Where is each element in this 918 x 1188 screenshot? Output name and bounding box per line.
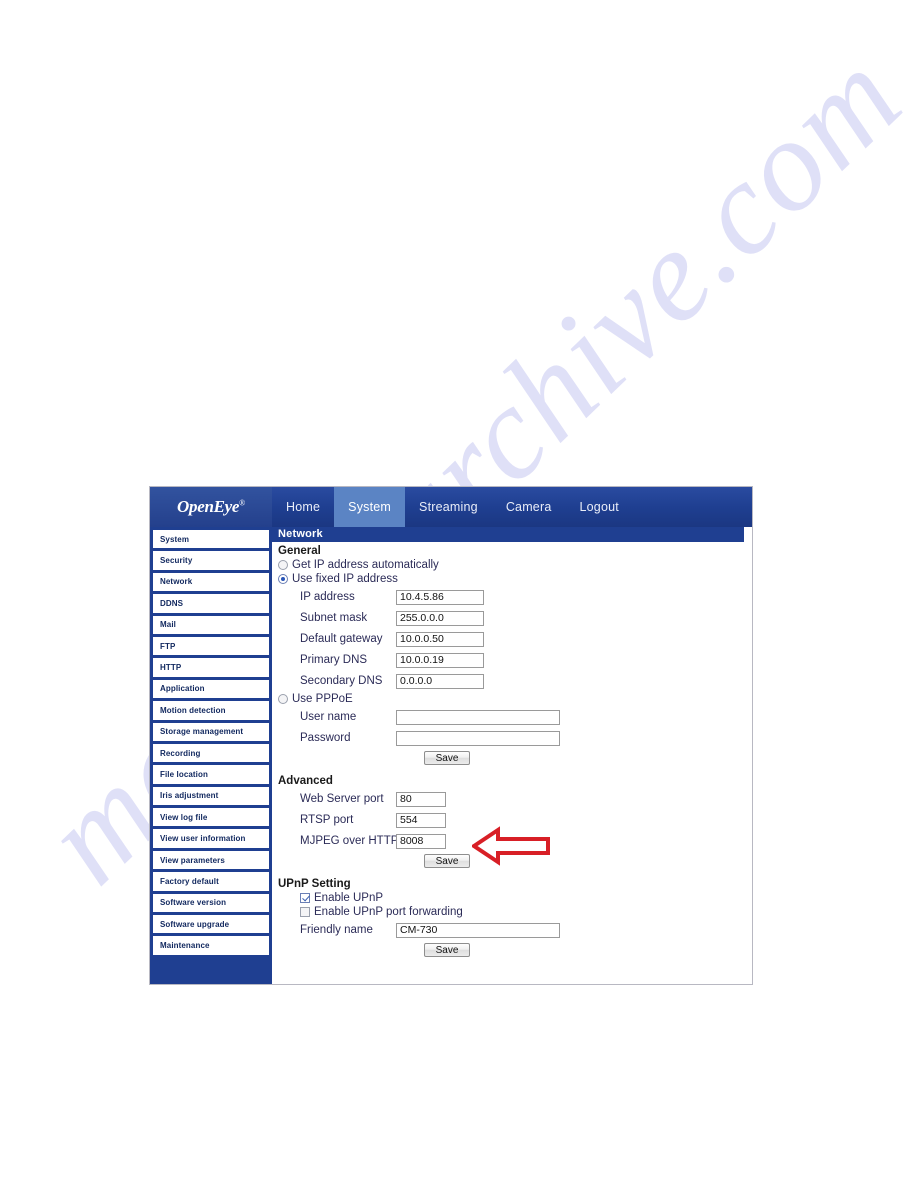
field-row-rtsp-port: RTSP port 554: [272, 810, 752, 830]
label-ip-address: IP address: [300, 591, 355, 603]
radio-icon-fixed: [278, 574, 288, 584]
sidebar-item-factory-default[interactable]: Factory default: [153, 872, 269, 891]
label-password: Password: [300, 732, 351, 744]
general-save-row: Save: [272, 751, 752, 765]
save-button-general[interactable]: Save: [424, 751, 470, 765]
label-user-name: User name: [300, 711, 357, 723]
radio-use-pppoe[interactable]: Use PPPoE: [278, 693, 752, 705]
brand-logo[interactable]: OpenEye®: [150, 487, 272, 527]
checkbox-enable-upnp-port-forwarding[interactable]: Enable UPnP port forwarding: [300, 906, 752, 918]
label-rtsp-port: RTSP port: [300, 814, 354, 826]
field-row-ip-address: IP address 10.4.5.86: [272, 587, 752, 607]
radio-label-pppoe: Use PPPoE: [292, 693, 353, 705]
upnp-heading: UPnP Setting: [278, 878, 351, 890]
label-default-gateway: Default gateway: [300, 633, 383, 645]
input-primary-dns[interactable]: 10.0.0.19: [396, 652, 484, 668]
registered-mark-icon: ®: [239, 498, 245, 508]
field-row-secondary-dns: Secondary DNS 0.0.0.0: [272, 671, 752, 691]
label-mjpeg-over-http-port: MJPEG over HTTP port: [300, 835, 422, 847]
checkbox-enable-upnp[interactable]: Enable UPnP: [300, 892, 752, 904]
sidebar-item-motion-detection[interactable]: Motion detection: [153, 701, 269, 720]
sidebar-item-mail[interactable]: Mail: [153, 615, 269, 634]
sidebar-item-view-log-file[interactable]: View log file: [153, 808, 269, 827]
input-rtsp-port[interactable]: 554: [396, 812, 446, 828]
checkbox-icon-enable-upnp: [300, 893, 310, 903]
sidebar-item-iris-adjustment[interactable]: Iris adjustment: [153, 786, 269, 806]
content-panel: Network General Get IP address automatic…: [272, 527, 752, 984]
field-row-subnet-mask: Subnet mask 255.0.0.0: [272, 608, 752, 628]
save-button-upnp[interactable]: Save: [424, 943, 470, 957]
sidebar-item-maintenance[interactable]: Maintenance: [153, 936, 269, 955]
input-password[interactable]: [396, 730, 560, 746]
top-navigation-bar: OpenEye® Home System Streaming Camera Lo…: [150, 487, 752, 527]
radio-icon-auto: [278, 560, 288, 570]
input-friendly-name[interactable]: CM-730: [396, 922, 560, 938]
sidebar-item-ddns[interactable]: DDNS: [153, 594, 269, 613]
field-row-default-gateway: Default gateway 10.0.0.50: [272, 629, 752, 649]
radio-label-auto: Get IP address automatically: [292, 559, 439, 571]
label-web-server-port: Web Server port: [300, 793, 384, 805]
page-title: Network: [272, 527, 744, 542]
field-row-user-name: User name: [272, 707, 752, 727]
sidebar-item-file-location[interactable]: File location: [153, 765, 269, 784]
page-body: System Security Network DDNS Mail FTP HT…: [150, 527, 752, 984]
sidebar-item-storage-management[interactable]: Storage management: [153, 722, 269, 741]
label-primary-dns: Primary DNS: [300, 654, 368, 666]
sidebar-item-network[interactable]: Network: [153, 572, 269, 592]
upnp-save-row: Save: [272, 943, 752, 957]
nav-items: Home System Streaming Camera Logout: [272, 487, 752, 527]
input-ip-address[interactable]: 10.4.5.86: [396, 589, 484, 605]
advanced-heading: Advanced: [278, 775, 333, 787]
sidebar-item-view-user-information[interactable]: View user information: [153, 829, 269, 848]
input-mjpeg-over-http-port[interactable]: 8008: [396, 833, 446, 849]
field-row-web-server-port: Web Server port 80: [272, 789, 752, 809]
sidebar-item-software-upgrade[interactable]: Software upgrade: [153, 915, 269, 934]
advanced-save-row: Save: [272, 854, 752, 868]
sidebar-item-system[interactable]: System: [153, 530, 269, 549]
label-friendly-name: Friendly name: [300, 924, 373, 936]
nav-item-streaming[interactable]: Streaming: [405, 487, 492, 527]
logo-text: OpenEye: [177, 497, 240, 516]
sidebar-item-view-parameters[interactable]: View parameters: [153, 850, 269, 870]
nav-item-system[interactable]: System: [334, 487, 406, 527]
sidebar-item-application[interactable]: Application: [153, 679, 269, 699]
nav-item-home[interactable]: Home: [272, 487, 334, 527]
sidebar-item-http[interactable]: HTTP: [153, 658, 269, 677]
field-row-primary-dns: Primary DNS 10.0.0.19: [272, 650, 752, 670]
checkbox-label-enable-forwarding: Enable UPnP port forwarding: [314, 906, 463, 918]
save-button-advanced[interactable]: Save: [424, 854, 470, 868]
sidebar-menu: System Security Network DDNS Mail FTP HT…: [150, 527, 272, 984]
input-subnet-mask[interactable]: 255.0.0.0: [396, 610, 484, 626]
label-subnet-mask: Subnet mask: [300, 612, 368, 624]
nav-item-camera[interactable]: Camera: [492, 487, 566, 527]
input-default-gateway[interactable]: 10.0.0.50: [396, 631, 484, 647]
label-secondary-dns: Secondary DNS: [300, 675, 383, 687]
sidebar-item-recording[interactable]: Recording: [153, 743, 269, 763]
radio-use-fixed-ip[interactable]: Use fixed IP address: [278, 573, 752, 585]
sidebar-item-software-version[interactable]: Software version: [153, 893, 269, 913]
general-heading: General: [278, 545, 321, 557]
checkbox-label-enable-upnp: Enable UPnP: [314, 892, 384, 904]
checkbox-icon-enable-forwarding: [300, 907, 310, 917]
sidebar-item-ftp[interactable]: FTP: [153, 636, 269, 656]
input-secondary-dns[interactable]: 0.0.0.0: [396, 673, 484, 689]
browser-screenshot: OpenEye® Home System Streaming Camera Lo…: [149, 486, 753, 985]
field-row-password: Password: [272, 728, 752, 748]
field-row-friendly-name: Friendly name CM-730: [272, 920, 752, 940]
radio-icon-pppoe: [278, 694, 288, 704]
radio-label-fixed: Use fixed IP address: [292, 573, 398, 585]
sidebar-item-security[interactable]: Security: [153, 551, 269, 570]
radio-get-ip-automatically[interactable]: Get IP address automatically: [278, 559, 752, 571]
input-web-server-port[interactable]: 80: [396, 791, 446, 807]
field-row-mjpeg-over-http-port: MJPEG over HTTP port 8008: [272, 831, 752, 851]
input-user-name[interactable]: [396, 709, 560, 725]
nav-item-logout[interactable]: Logout: [565, 487, 632, 527]
